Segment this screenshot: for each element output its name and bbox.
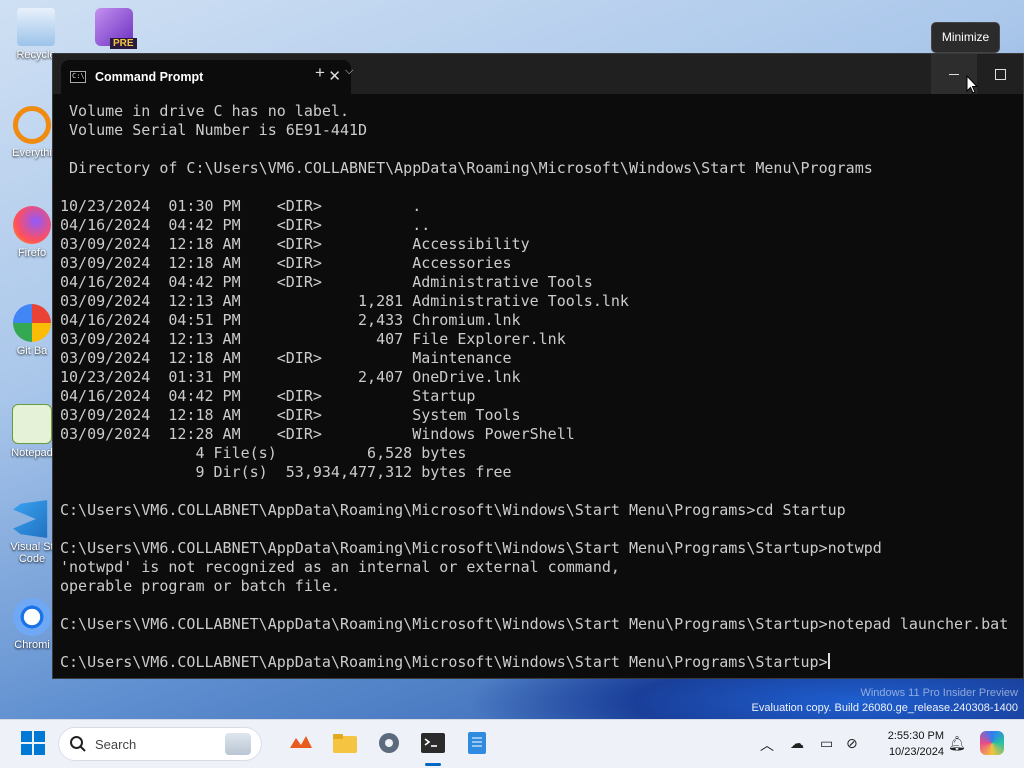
- file-explorer-icon[interactable]: [332, 730, 358, 756]
- console-line: 04/16/2024 04:51 PM 2,433 Chromium.lnk: [60, 311, 521, 329]
- minimize-tooltip: Minimize: [931, 22, 1000, 53]
- console-line: 04/16/2024 04:42 PM <DIR> ..: [60, 216, 431, 234]
- maximize-button[interactable]: [977, 54, 1023, 94]
- watermark-line1: Windows 11 Pro Insider Preview: [860, 687, 1018, 699]
- console-prompt-line[interactable]: C:\Users\VM6.COLLABNET\AppData\Roaming\M…: [60, 653, 1019, 672]
- pre-badge: PRE: [110, 38, 137, 49]
- recycle-bin-icon: [17, 8, 55, 46]
- console-line: 10/23/2024 01:31 PM 2,407 OneDrive.lnk: [60, 368, 521, 386]
- console-line: 03/09/2024 12:18 AM <DIR> System Tools: [60, 406, 521, 424]
- console-output[interactable]: Volume in drive C has no label. Volume S…: [60, 102, 1019, 678]
- console-line: C:\Users\VM6.COLLABNET\AppData\Roaming\M…: [60, 501, 846, 519]
- tab-command-prompt[interactable]: C:\ Command Prompt ✕: [61, 60, 351, 94]
- console-line: 10/23/2024 01:30 PM <DIR> .: [60, 197, 422, 215]
- console-line: Volume Serial Number is 6E91-441D: [60, 121, 368, 139]
- clock-time: 2:55:30 PM: [887, 730, 944, 742]
- console-line: 04/16/2024 04:42 PM <DIR> Startup: [60, 387, 476, 405]
- widgets-icon[interactable]: [288, 730, 314, 756]
- console-line: 'notwpd' is not recognized as an interna…: [60, 558, 620, 576]
- terminal-window: C:\ Command Prompt ✕ + ⌵ Volume in drive…: [52, 53, 1024, 679]
- chromium-icon: [13, 598, 51, 636]
- console-line: 9 Dir(s) 53,934,477,312 bytes free: [60, 463, 512, 481]
- search-icon: [70, 736, 86, 752]
- settings-icon[interactable]: [376, 730, 402, 756]
- console-prompt: C:\Users\VM6.COLLABNET\AppData\Roaming\M…: [60, 653, 828, 671]
- console-line: C:\Users\VM6.COLLABNET\AppData\Roaming\M…: [60, 615, 1009, 633]
- console-line: 03/09/2024 12:18 AM <DIR> Accessories: [60, 254, 512, 272]
- console-line: operable program or batch file.: [60, 577, 340, 595]
- network-icon[interactable]: ▭: [820, 735, 833, 752]
- close-tab-icon[interactable]: ✕: [328, 67, 341, 85]
- console-line: 03/09/2024 12:13 AM 407 File Explorer.ln…: [60, 330, 566, 348]
- firefox-icon: [13, 206, 51, 244]
- tab-title: Command Prompt: [95, 70, 204, 84]
- volume-icon[interactable]: ⊘: [846, 735, 858, 752]
- evaluation-watermark: Windows 11 Pro Insider Preview Evaluatio…: [752, 686, 1018, 716]
- maximize-icon: [995, 69, 1006, 80]
- mouse-pointer-icon: [966, 75, 978, 94]
- console-line: C:\Users\VM6.COLLABNET\AppData\Roaming\M…: [60, 539, 882, 557]
- notification-bell-icon[interactable]: 🔔︎: [948, 735, 966, 752]
- start-button[interactable]: [20, 730, 46, 756]
- watermark-line2: Evaluation copy. Build 26080.ge_release.…: [751, 702, 1018, 714]
- search-placeholder: Search: [95, 737, 137, 752]
- onedrive-offline-icon[interactable]: ☁: [790, 735, 804, 752]
- copilot-icon[interactable]: [980, 731, 1004, 755]
- console-line: 04/16/2024 04:42 PM <DIR> Administrative…: [60, 273, 593, 291]
- tab-dropdown-button[interactable]: ⌵: [345, 65, 353, 78]
- everything-search-icon: [13, 106, 51, 144]
- console-line: 03/09/2024 12:18 AM <DIR> Accessibility: [60, 235, 530, 253]
- notepad-plus-icon: [12, 404, 52, 444]
- taskbar-search[interactable]: Search: [58, 727, 262, 761]
- terminal-icon[interactable]: [420, 730, 446, 756]
- text-cursor: [827, 653, 830, 669]
- clock[interactable]: 2:55:30 PM 10/23/2024: [888, 728, 944, 760]
- vscode-icon: [13, 500, 48, 538]
- show-hidden-icons-chevron-icon[interactable]: ︿: [760, 735, 774, 755]
- title-bar[interactable]: C:\ Command Prompt ✕ + ⌵: [53, 54, 1023, 94]
- console-line: 03/09/2024 12:13 AM 1,281 Administrative…: [60, 292, 629, 310]
- search-highlight-icon: [225, 733, 251, 755]
- desktop-icon-vs-preview[interactable]: PRE: [86, 8, 142, 49]
- notepad-icon[interactable]: [464, 730, 490, 756]
- console-line: 03/09/2024 12:18 AM <DIR> Maintenance: [60, 349, 512, 367]
- console-line: 4 File(s) 6,528 bytes: [60, 444, 467, 462]
- console-line: Volume in drive C has no label.: [60, 102, 349, 120]
- new-tab-button[interactable]: +: [315, 63, 325, 83]
- taskbar: Search ︿ ☁ ▭ ⊘ 2:55:30 PM 10/23/2024 🔔︎: [0, 719, 1024, 768]
- git-bash-icon: [13, 304, 51, 342]
- terminal-active-indicator: [425, 763, 441, 766]
- minimize-icon: [949, 74, 959, 75]
- clock-date: 10/23/2024: [888, 746, 944, 758]
- cmd-icon: C:\: [70, 71, 86, 83]
- console-line: Directory of C:\Users\VM6.COLLABNET\AppD…: [60, 159, 873, 177]
- console-line: 03/09/2024 12:28 AM <DIR> Windows PowerS…: [60, 425, 575, 443]
